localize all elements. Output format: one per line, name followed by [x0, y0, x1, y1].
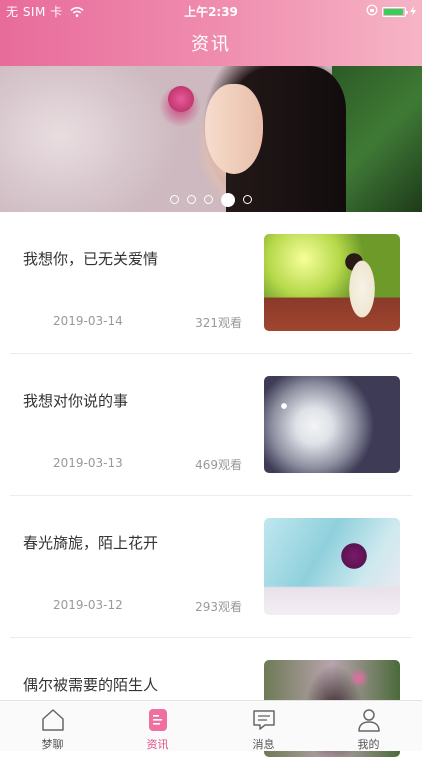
- tab-messages[interactable]: 消息: [211, 701, 316, 751]
- tab-news[interactable]: 资讯: [105, 701, 210, 751]
- carousel-dot[interactable]: [187, 195, 196, 204]
- status-bar: 无 SIM 卡 上午2:39: [0, 0, 422, 22]
- article-date: 2019-03-12: [53, 598, 123, 612]
- article-views: 321观看: [195, 316, 242, 330]
- article-thumbnail: [264, 234, 400, 331]
- document-icon: [145, 708, 171, 732]
- article-title: 我想对你说的事: [23, 392, 129, 410]
- message-icon: [251, 708, 277, 732]
- carousel-dot-active[interactable]: [221, 192, 235, 207]
- article-item[interactable]: 春光旖旎，陌上花开 2019-03-12 293观看: [10, 496, 412, 638]
- tab-profile[interactable]: 我的: [316, 701, 421, 751]
- article-item[interactable]: 我想对你说的事 2019-03-13 469观看: [10, 354, 412, 496]
- page-title: 资讯: [191, 34, 231, 55]
- battery-icon: [382, 6, 408, 17]
- carousel-indicator: [0, 189, 422, 208]
- article-views: 469观看: [195, 458, 242, 472]
- article-list: 我想你，已无关爱情 2019-03-14 321观看 我想对你说的事 2019-…: [0, 212, 422, 779]
- carousel-dot[interactable]: [204, 195, 213, 204]
- banner-carousel[interactable]: [0, 66, 422, 212]
- article-title: 我想你，已无关爱情: [23, 250, 159, 268]
- tab-bar: 梦聊 资讯 消息 我的: [0, 700, 422, 751]
- tab-dreamchat[interactable]: 梦聊: [0, 701, 105, 751]
- carousel-dot[interactable]: [170, 195, 179, 204]
- charging-icon: [410, 5, 416, 19]
- orientation-lock-icon: [366, 4, 378, 19]
- user-icon: [356, 708, 382, 732]
- carousel-dot[interactable]: [243, 195, 252, 204]
- article-item[interactable]: 我想你，已无关爱情 2019-03-14 321观看: [10, 212, 412, 354]
- article-title: 偶尔被需要的陌生人: [23, 676, 159, 694]
- article-thumbnail: [264, 376, 400, 473]
- status-time: 上午2:39: [184, 5, 238, 19]
- header-bar: 无 SIM 卡 上午2:39 资讯: [0, 0, 422, 66]
- article-title: 春光旖旎，陌上花开: [23, 534, 159, 552]
- article-thumbnail: [264, 518, 400, 615]
- home-icon: [40, 708, 66, 732]
- article-date: 2019-03-13: [53, 456, 123, 470]
- article-views: 293观看: [195, 600, 242, 614]
- article-date: 2019-03-14: [53, 314, 123, 328]
